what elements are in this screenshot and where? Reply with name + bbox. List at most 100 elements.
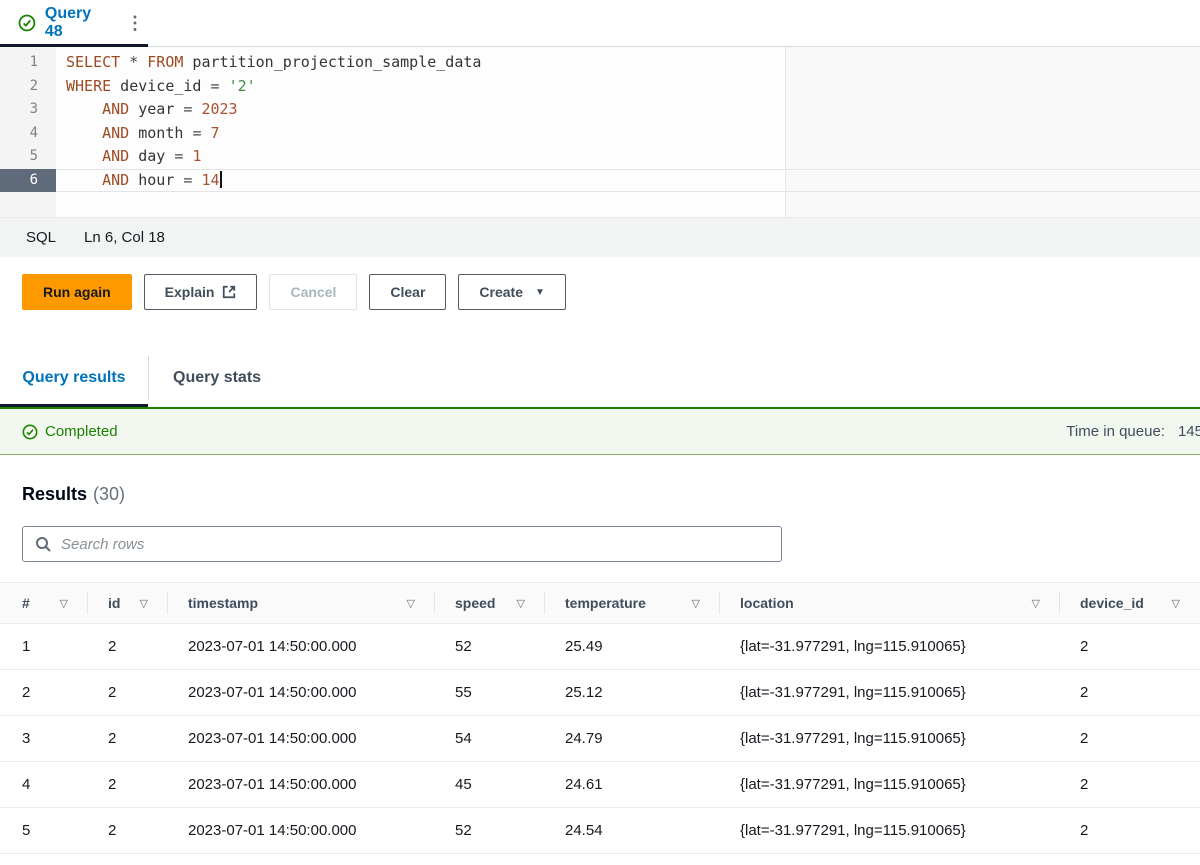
code-line[interactable]: AND year = 2023 (56, 98, 1200, 122)
cell: 2 (88, 808, 168, 853)
column-header-temperature[interactable]: temperature ▽ (545, 583, 720, 623)
cell: 25.12 (545, 670, 720, 715)
cell: 2 (1060, 670, 1200, 715)
status-completed: Completed (45, 423, 118, 440)
line-number: 4 (0, 122, 56, 146)
cell: 2 (0, 670, 88, 715)
queue-time-value: 145 (1178, 423, 1200, 440)
editor-code-area[interactable]: SELECT * FROM partition_projection_sampl… (56, 51, 1200, 192)
results-count: (30) (93, 484, 125, 504)
cell: 2 (1060, 624, 1200, 669)
column-filter-icon[interactable]: ▽ (1032, 597, 1040, 610)
table-row: 322023-07-01 14:50:00.0005424.79{lat=-31… (0, 716, 1200, 762)
code-line[interactable]: AND hour = 14 (56, 169, 1200, 193)
results-tab-bar: Query results Query stats (0, 349, 1200, 407)
column-label: id (108, 595, 120, 611)
line-number: 2 (0, 75, 56, 99)
cell: 55 (435, 670, 545, 715)
column-filter-icon[interactable]: ▽ (692, 597, 700, 610)
query-status-banner: Completed Time in queue: 145 (0, 407, 1200, 455)
line-number: 3 (0, 98, 56, 122)
clear-button[interactable]: Clear (369, 274, 446, 310)
table-body: 122023-07-01 14:50:00.0005225.49{lat=-31… (0, 624, 1200, 854)
query-toolbar: Run again Explain Cancel Clear Create ▼ (0, 257, 1200, 322)
run-again-button[interactable]: Run again (22, 274, 132, 310)
column-header-num[interactable]: #▽ (0, 583, 88, 623)
cell: 24.79 (545, 716, 720, 761)
search-rows-input[interactable] (22, 526, 782, 562)
column-label: timestamp (188, 595, 258, 611)
column-label: temperature (565, 595, 646, 611)
cell: 2 (88, 670, 168, 715)
cell: 2023-07-01 14:50:00.000 (168, 624, 435, 669)
cell: {lat=-31.977291, lng=115.910065} (720, 624, 1060, 669)
code-line[interactable]: WHERE device_id = '2' (56, 75, 1200, 99)
cell: 2023-07-01 14:50:00.000 (168, 808, 435, 853)
cell: 2 (1060, 808, 1200, 853)
line-number: 5 (0, 145, 56, 169)
column-header-id[interactable]: id ▽ (88, 583, 168, 623)
cell: {lat=-31.977291, lng=115.910065} (720, 670, 1060, 715)
column-header-location[interactable]: location ▽ (720, 583, 1060, 623)
create-button[interactable]: Create ▼ (458, 274, 566, 310)
cell: 24.61 (545, 762, 720, 807)
table-row: 422023-07-01 14:50:00.0004524.61{lat=-31… (0, 762, 1200, 808)
cell: 2 (88, 716, 168, 761)
code-line[interactable]: SELECT * FROM partition_projection_sampl… (56, 51, 1200, 75)
column-filter-icon[interactable]: ▽ (517, 597, 525, 610)
table-row: 522023-07-01 14:50:00.0005224.54{lat=-31… (0, 808, 1200, 854)
editor-gutter: 123456 (0, 47, 56, 217)
column-filter-icon[interactable]: ▽ (60, 597, 68, 610)
check-circle-icon (18, 14, 36, 32)
sql-editor[interactable]: 123456 SELECT * FROM partition_projectio… (0, 47, 1200, 217)
column-header-timestamp[interactable]: timestamp ▽ (168, 583, 435, 623)
cell: 2 (1060, 762, 1200, 807)
cell: 2 (1060, 716, 1200, 761)
cell: {lat=-31.977291, lng=115.910065} (720, 716, 1060, 761)
external-link-icon (222, 285, 236, 299)
cell: 25.49 (545, 624, 720, 669)
results-title: Results (22, 484, 87, 504)
column-label: # (22, 595, 30, 611)
text-cursor (220, 171, 222, 188)
cell: 54 (435, 716, 545, 761)
cell: 2 (88, 762, 168, 807)
cell: 52 (435, 624, 545, 669)
column-filter-icon[interactable]: ▽ (407, 597, 415, 610)
cell: 24.54 (545, 808, 720, 853)
cell: 45 (435, 762, 545, 807)
code-line[interactable]: AND day = 1 (56, 145, 1200, 169)
caret-down-icon: ▼ (535, 287, 545, 298)
editor-status-bar: SQL Ln 6, Col 18 (0, 217, 1200, 257)
language-indicator: SQL (26, 229, 56, 246)
column-label: location (740, 595, 794, 611)
explain-label: Explain (165, 284, 215, 300)
tab-query-stats[interactable]: Query stats (149, 349, 285, 407)
cell: 52 (435, 808, 545, 853)
cell: 2 (88, 624, 168, 669)
column-filter-icon[interactable]: ▽ (1172, 597, 1180, 610)
kebab-menu-icon[interactable]: ⋮ (122, 14, 148, 32)
column-label: device_id (1080, 595, 1144, 611)
column-header-device_id[interactable]: device_id ▽ (1060, 583, 1200, 623)
line-number: 6 (0, 169, 56, 193)
query-tab-label: Query 48 (45, 5, 113, 41)
column-header-speed[interactable]: speed▽ (435, 583, 545, 623)
cell: 2023-07-01 14:50:00.000 (168, 716, 435, 761)
query-tab-bar: Query 48 ⋮ (0, 0, 1200, 47)
queue-time-label: Time in queue: (1066, 423, 1165, 440)
column-filter-icon[interactable]: ▽ (140, 597, 148, 610)
cell: 2023-07-01 14:50:00.000 (168, 670, 435, 715)
cell: {lat=-31.977291, lng=115.910065} (720, 808, 1060, 853)
cell: 1 (0, 624, 88, 669)
code-line[interactable]: AND month = 7 (56, 122, 1200, 146)
cursor-position: Ln 6, Col 18 (84, 229, 165, 246)
tab-query-48[interactable]: Query 48 ⋮ (0, 0, 148, 46)
tab-query-results[interactable]: Query results (0, 349, 148, 407)
cell: 2023-07-01 14:50:00.000 (168, 762, 435, 807)
results-heading: Results (30) (22, 484, 1200, 505)
explain-button[interactable]: Explain (144, 274, 258, 310)
create-label: Create (479, 284, 523, 300)
cancel-button[interactable]: Cancel (269, 274, 357, 310)
cell: {lat=-31.977291, lng=115.910065} (720, 762, 1060, 807)
